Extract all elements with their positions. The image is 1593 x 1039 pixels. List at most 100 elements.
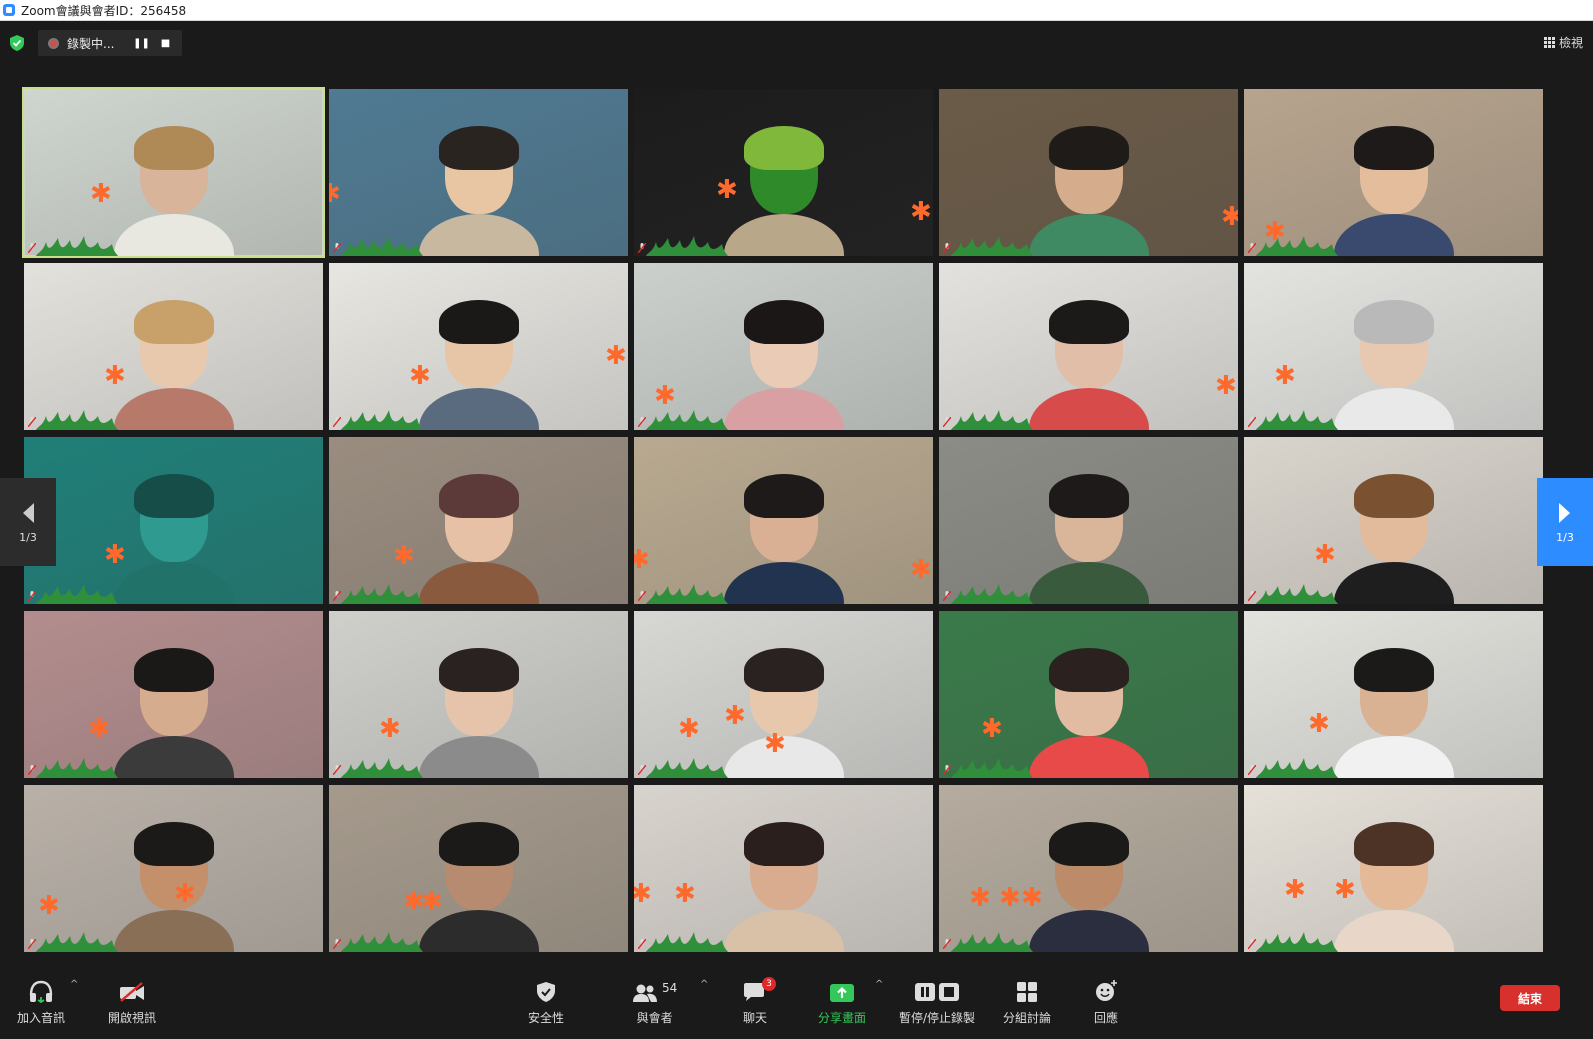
page-indicator-right: 1/3 [1556,530,1574,544]
participants-count: 54 [662,981,678,995]
previous-page-button[interactable]: 1/3 [0,478,56,566]
next-page-button[interactable]: 1/3 [1537,478,1593,566]
flower-filter-icon: ✱ [634,879,652,909]
mic-muted-icon [333,591,341,601]
participant-figure [723,299,844,430]
mic-muted-icon [638,765,646,775]
participant-video-tile[interactable]: ✱ [329,611,628,778]
participant-video-tile[interactable]: ✱ ✱ ✱ [634,611,933,778]
participant-figure [1333,647,1454,778]
flower-filter-icon: ✱ [910,555,932,585]
participant-video-tile[interactable]: ✱ [1244,437,1543,604]
join-audio-label: 加入音訊 [17,1011,66,1025]
participant-video-tile[interactable]: ✱ [329,437,628,604]
flower-filter-icon: ✱ [999,883,1021,913]
participants-button[interactable]: 54 與會者 [632,973,677,1026]
grass-filter-icon [340,236,424,256]
security-shield-icon [537,982,555,1002]
pause-stop-recording-button[interactable]: 暫停/停止錄製 [899,973,975,1026]
participant-figure [1333,125,1454,256]
participant-video-tile[interactable]: ✱ [22,87,325,258]
flower-filter-icon: ✱ [90,179,112,209]
participant-video-tile[interactable]: ✱ [939,89,1238,256]
participant-video-tile[interactable]: ✱ [939,611,1238,778]
mic-muted-icon [333,765,341,775]
participant-video-tile[interactable]: ✱ [24,437,323,604]
participant-video-tile[interactable]: ✱ [1244,89,1543,256]
flower-filter-icon: ✱ [1308,709,1330,739]
participant-video-tile[interactable]: ✱ [329,89,628,256]
participant-video-tile[interactable]: ✱ ✱ [634,785,933,952]
grass-filter-icon [1255,932,1339,952]
participant-figure [723,821,844,952]
flower-filter-icon: ✱ [421,887,443,917]
participants-options-caret[interactable]: ^ [700,979,708,990]
flower-filter-icon: ✱ [104,361,126,391]
meeting-top-bar: 錄製中... ❚❚ ■ 檢視 [0,21,1593,65]
participant-video-tile[interactable]: ✱ ✱ [634,89,933,256]
grass-filter-icon [35,758,119,778]
share-options-caret[interactable]: ^ [875,979,883,990]
share-screen-button[interactable]: 分享畫面 [818,973,866,1026]
participant-video-tile[interactable]: ✱ ✱ [634,437,933,604]
security-button[interactable]: 安全性 [528,973,564,1026]
view-button[interactable]: 檢視 [1543,34,1583,51]
mic-muted-icon [1248,591,1256,601]
stop-recording-button[interactable]: ■ [154,33,176,53]
flower-filter-icon: ✱ [409,361,431,391]
chat-button[interactable]: 3 聊天 [742,973,776,1026]
flower-filter-icon: ✱ [1284,875,1306,905]
participant-video-tile[interactable]: ✱ ✱ [1244,785,1543,952]
participant-video-tile[interactable]: ✱ [1244,611,1543,778]
join-audio-button[interactable]: 加入音訊 [17,973,65,1026]
flower-filter-icon: ✱ [329,179,341,209]
pause-recording-button[interactable]: ❚❚ [130,33,152,53]
end-meeting-button[interactable]: 結束 [1500,985,1560,1011]
start-video-button[interactable]: 開啟視訊 [108,973,156,1026]
breakout-rooms-button[interactable]: 分組討論 [1003,973,1051,1026]
participant-figure [1028,299,1149,430]
view-label: 檢視 [1558,36,1583,50]
participant-figure [418,647,539,778]
start-video-label: 開啟視訊 [108,1011,157,1025]
flower-filter-icon: ✱ [1215,371,1237,401]
flower-filter-icon: ✱ [634,545,650,575]
participant-video-tile[interactable]: ✱ [24,263,323,430]
mic-muted-icon [1248,243,1256,253]
video-off-icon [120,982,144,1002]
grass-filter-icon [35,410,119,430]
grass-filter-icon [645,932,729,952]
recording-status: 錄製中... [67,36,115,51]
participant-figure [723,125,844,256]
mic-muted-icon [638,591,646,601]
grass-filter-icon [1255,758,1339,778]
audio-options-caret[interactable]: ^ [70,979,78,990]
flower-filter-icon: ✱ [654,381,676,411]
flower-filter-icon: ✱ [38,891,60,921]
pause-stop-icon [915,983,960,1001]
flower-filter-icon: ✱ [764,729,786,759]
flower-filter-icon: ✱ [605,341,627,371]
flower-filter-icon: ✱ [1021,883,1043,913]
grass-filter-icon [35,236,119,256]
participant-video-tile[interactable]: ✱ ✱ [329,785,628,952]
participant-video-tile[interactable]: ✱ [1244,263,1543,430]
participant-video-tile[interactable]: ✱ [24,611,323,778]
participant-video-tile[interactable]: ✱ ✱ ✱ [939,785,1238,952]
grass-filter-icon [35,932,119,952]
participant-video-tile[interactable]: ✱ [634,263,933,430]
participant-video-tile[interactable]: ✱ ✱ [24,785,323,952]
mic-muted-icon [333,939,341,949]
participant-video-tile[interactable]: ✱ ✱ [329,263,628,430]
pause-stop-recording-label: 暫停/停止錄製 [899,1011,976,1025]
participants-label: 與會者 [636,1011,673,1025]
chevron-left-icon [23,502,34,523]
participant-video-tile[interactable] [939,437,1238,604]
participant-video-tile[interactable]: ✱ [939,263,1238,430]
meeting-toolbar: 加入音訊 ^ 開啟視訊 安全性 54 與會者 ^ 3 聊天 分享畫面 ^ 暫停/… [0,965,1593,1039]
flower-filter-icon: ✱ [1334,875,1356,905]
mic-muted-icon [28,591,36,601]
mic-muted-icon [943,939,951,949]
reactions-button[interactable]: 回應 [1094,973,1118,1026]
encryption-shield-icon[interactable] [10,35,24,51]
